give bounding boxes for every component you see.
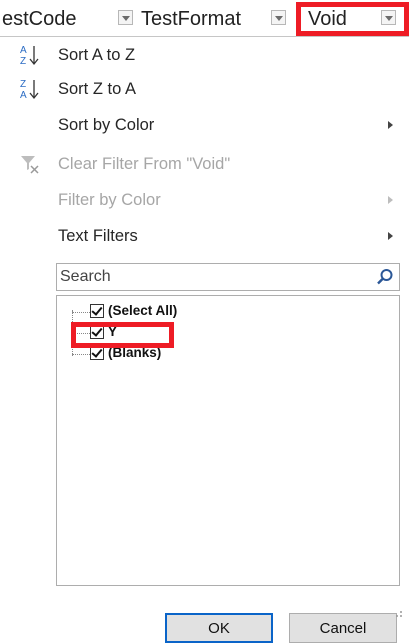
submenu-arrow-icon: [388, 196, 393, 204]
tree-connector: [72, 354, 90, 355]
search-input[interactable]: [60, 264, 360, 290]
filter-dropdown-button-1[interactable]: [118, 10, 133, 25]
sort-z-to-a-label: Sort Z to A: [58, 80, 136, 98]
tree-connector: [72, 312, 90, 313]
menu-item-sort-a-to-z[interactable]: A Z Sort A to Z: [0, 37, 409, 73]
menu-item-text-filters[interactable]: Text Filters: [0, 218, 409, 254]
submenu-arrow-icon: [388, 121, 393, 129]
clear-filter-label: Clear Filter From "Void": [58, 155, 231, 173]
resize-grip-icon[interactable]: [393, 610, 403, 620]
search-box[interactable]: [56, 263, 400, 291]
sort-by-color-label: Sort by Color: [58, 116, 155, 134]
header-testformat: TestFormat: [141, 8, 242, 30]
menu-item-sort-z-to-a[interactable]: Z A Sort Z to A: [0, 71, 409, 107]
highlight-box-void: [296, 2, 409, 36]
autofilter-menu: A Z Sort A to Z Z A Sort Z to A Sort by …: [0, 36, 409, 643]
filter-dropdown-button-2[interactable]: [271, 10, 286, 25]
svg-text:A: A: [20, 45, 27, 56]
sort-a-to-z-label: Sort A to Z: [58, 46, 136, 64]
svg-text:Z: Z: [20, 79, 26, 90]
filter-by-color-label: Filter by Color: [58, 191, 161, 209]
clear-filter-icon: [21, 156, 39, 174]
header-estcode: estCode: [2, 8, 77, 30]
search-icon: [377, 269, 393, 285]
sort-descending-icon: Z A: [20, 79, 39, 101]
select-all-checkbox[interactable]: [90, 304, 104, 318]
highlight-box-y: [71, 322, 174, 348]
list-item-select-all[interactable]: (Select All): [57, 302, 357, 322]
menu-item-sort-by-color[interactable]: Sort by Color: [0, 107, 409, 143]
sort-ascending-icon: A Z: [20, 45, 39, 67]
text-filters-label: Text Filters: [58, 227, 138, 245]
svg-text:Z: Z: [20, 56, 26, 67]
submenu-arrow-icon: [388, 232, 393, 240]
column-header-row: estCode TestFormat Void: [0, 0, 409, 36]
menu-item-filter-by-color[interactable]: Filter by Color: [0, 182, 409, 218]
ok-button[interactable]: OK: [165, 613, 273, 643]
blanks-checkbox[interactable]: [90, 346, 104, 360]
svg-text:A: A: [20, 90, 27, 101]
menu-item-clear-filter[interactable]: Clear Filter From "Void": [0, 146, 409, 182]
select-all-label: (Select All): [108, 303, 178, 318]
filter-value-list[interactable]: (Select All) Y (Blanks): [56, 295, 400, 586]
cancel-button[interactable]: Cancel: [289, 613, 397, 643]
